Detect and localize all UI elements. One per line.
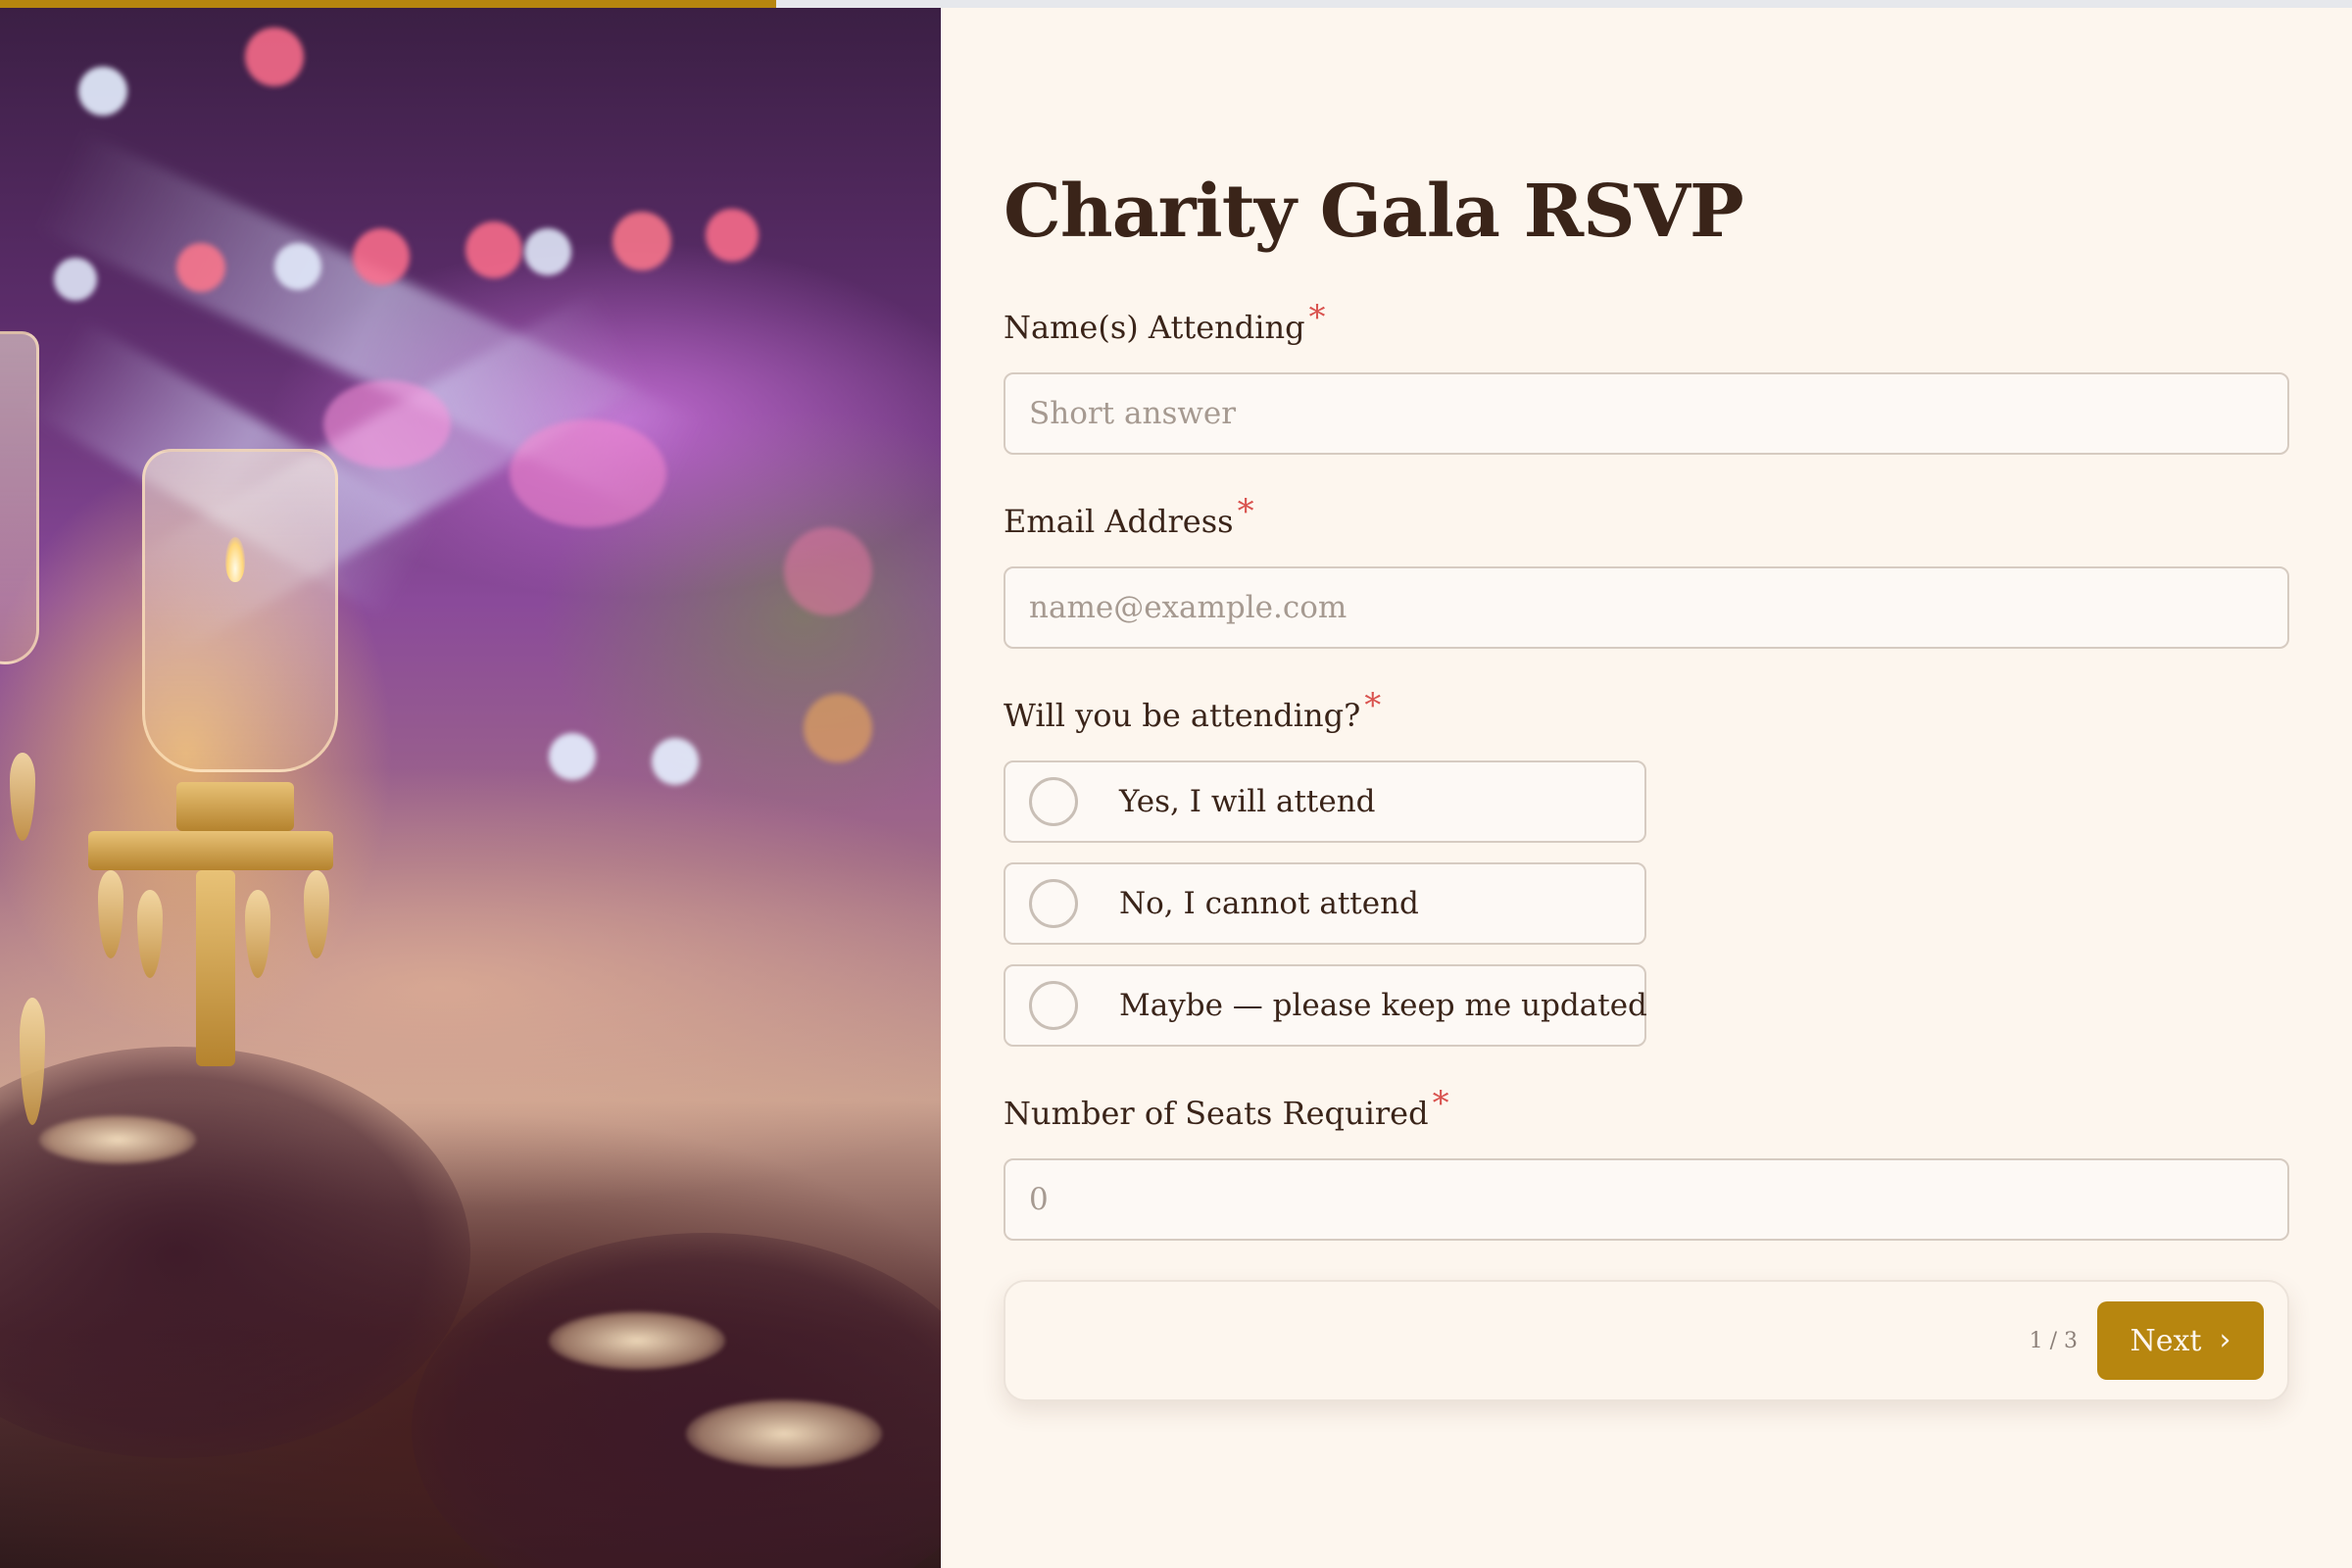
required-asterisk: * — [1432, 1084, 1449, 1123]
next-button-label: Next — [2130, 1323, 2202, 1358]
email-input[interactable] — [1004, 566, 2289, 649]
email-label: Email Address * — [1004, 492, 1254, 541]
form-panel: Charity Gala RSVP Name(s) Attending* Ema… — [941, 8, 2352, 1568]
form-title: Charity Gala RSVP — [1004, 170, 1744, 254]
seats-input[interactable] — [1004, 1158, 2289, 1241]
chevron-right-icon: › — [2219, 1323, 2231, 1357]
names-input[interactable] — [1004, 372, 2289, 455]
radio-option-label: Yes, I will attend — [1119, 784, 1376, 819]
radio-option-maybe[interactable]: Maybe — please keep me updated — [1004, 964, 1647, 1047]
email-label-text: Email Address — [1004, 503, 1234, 540]
radio-button[interactable] — [1029, 879, 1078, 928]
radio-option-yes[interactable]: Yes, I will attend — [1004, 760, 1646, 843]
next-button[interactable]: Next › — [2097, 1301, 2264, 1380]
event-photo — [0, 8, 941, 1568]
attending-label: Will you be attending? * — [1004, 686, 1381, 735]
required-asterisk: * — [1308, 298, 1326, 337]
radio-button[interactable] — [1029, 777, 1078, 826]
page-indicator: 1 / 3 — [2029, 1329, 2078, 1353]
radio-option-no[interactable]: No, I cannot attend — [1004, 862, 1646, 945]
form-navigation: 1 / 3 Next › — [1004, 1280, 2289, 1401]
progress-bar-fill — [0, 0, 776, 8]
radio-button[interactable] — [1029, 981, 1078, 1030]
attending-label-text: Will you be attending? — [1004, 697, 1361, 734]
required-asterisk: * — [1364, 686, 1382, 725]
radio-option-label: Maybe — please keep me updated — [1119, 988, 1647, 1023]
progress-bar — [0, 0, 2352, 8]
seats-label: Number of Seats Required * — [1004, 1084, 1449, 1133]
required-asterisk: * — [1237, 492, 1254, 531]
names-label: Name(s) Attending * — [1004, 298, 1326, 347]
names-label-text: Name(s) Attending — [1004, 309, 1305, 346]
seats-label-text: Number of Seats Required — [1004, 1095, 1429, 1132]
radio-option-label: No, I cannot attend — [1119, 886, 1419, 921]
